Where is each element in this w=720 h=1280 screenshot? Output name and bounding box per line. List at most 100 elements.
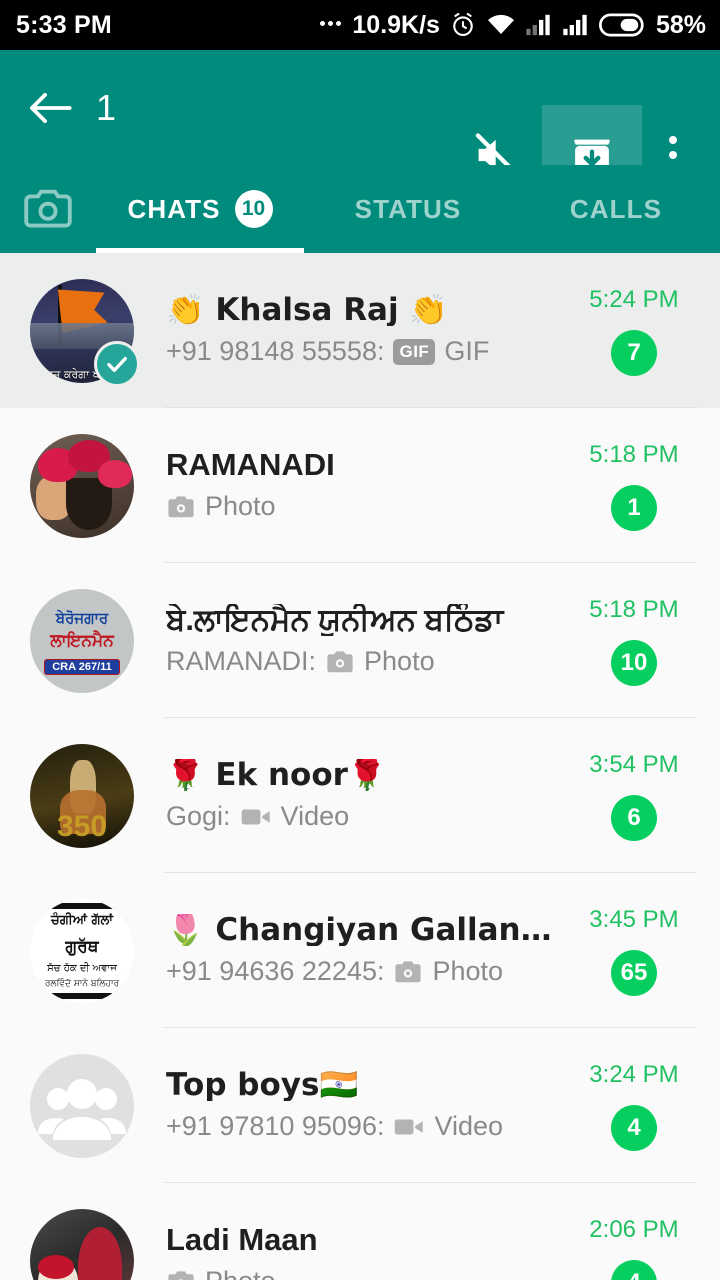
chat-row[interactable]: 350 🌹 Ek noor🌹 Gogi: Video 3:54 PM 6: [0, 718, 720, 873]
default-group-avatar: [30, 1053, 134, 1158]
chat-sender-prefix: +91 97810 95096:: [166, 1111, 385, 1142]
chat-row-meta: 3:24 PM 4: [564, 1061, 704, 1151]
chat-row[interactable]: Ladi Maan Photo 2:06 PM 4: [0, 1183, 720, 1280]
chat-preview-text: Photo: [205, 1266, 276, 1280]
selection-count-label: 1: [96, 86, 117, 128]
chat-timestamp: 5:24 PM: [589, 285, 679, 313]
chat-subtitle: +91 98148 55558: GIF GIF: [166, 336, 554, 367]
chat-row[interactable]: RAMANADI Photo 5:18 PM 1: [0, 408, 720, 563]
chat-timestamp: 5:18 PM: [589, 440, 679, 468]
gif-icon: GIF: [393, 338, 436, 365]
photo-icon: [327, 651, 353, 673]
changiyan-gallan-avatar: ਚੰਗੀਆਂ ਗੱਲਾਂ ਗੁਰੱਥ ਸੱਚ ਹੱਕ ਦੀ ਅਵਾਜ ਰਲਵਿੰ…: [30, 898, 134, 1003]
signal-sim1-icon: [526, 14, 550, 36]
unread-badge: 6: [611, 794, 657, 841]
app-bar: 1: [0, 50, 720, 205]
avatar-wrap: [30, 1208, 134, 1280]
chat-row[interactable]: ਚੰਗੀਆਂ ਗੱਲਾਂ ਗੁਰੱਥ ਸੱਚ ਹੱਕ ਦੀ ਅਵਾਜ ਰਲਵਿੰ…: [0, 873, 720, 1028]
status-bar: 5:33 PM 10.9K/s 58%: [0, 0, 720, 50]
chat-preview-text: GIF: [444, 336, 490, 367]
chat-preview-text: Photo: [205, 491, 276, 522]
back-button[interactable]: [22, 80, 78, 136]
chat-list[interactable]: ਰਾਜ ਕਰੇਗਾ ਖਾਲਸਾ 👏 Khalsa Raj 👏 +91 98148…: [0, 253, 720, 1280]
network-speed-label: 10.9K/s: [352, 10, 440, 39]
unread-badge: 10: [610, 639, 658, 686]
chat-row-main: 🌹 Ek noor🌹 Gogi: Video: [166, 759, 554, 833]
photo-icon: [168, 1271, 194, 1280]
whatsapp-chats-screen: 5:33 PM 10.9K/s 58% 1 CHATS 10 STATUS CA…: [0, 0, 720, 1280]
chat-row-main: Top boys🇮🇳 +91 97810 95096: Video: [166, 1069, 554, 1143]
ramanadi-family-avatar: [30, 433, 134, 538]
chat-row-meta: 5:24 PM 7: [564, 286, 704, 376]
status-bar-icons: 10.9K/s 58%: [320, 11, 706, 40]
chat-timestamp: 5:18 PM: [589, 595, 679, 623]
group-people-icon: [38, 1078, 126, 1140]
chat-row[interactable]: ਬੇਰੋਜਗਾਰ ਲਾਇਨਮੈਨ CRA 267/11 ਬੇ.ਲਾਇਨਮੈਨ ਯ…: [0, 563, 720, 718]
avatar-wrap: [30, 1053, 134, 1158]
unread-badge: 1: [611, 484, 657, 531]
camera-icon: [24, 189, 72, 228]
avatar-caption: ਚੰਗੀਆਂ ਗੱਲਾਂ: [51, 912, 113, 928]
back-arrow-icon: [30, 92, 72, 123]
more-dots-icon: [320, 20, 342, 30]
tab-chats-badge: 10: [234, 190, 273, 228]
chat-row-meta: 5:18 PM 10: [564, 596, 704, 686]
unread-badge: 4: [611, 1104, 657, 1151]
chat-row-meta: 2:06 PM 4: [564, 1216, 704, 1280]
photo-icon: [168, 496, 194, 518]
chat-title: Ladi Maan: [166, 1223, 318, 1257]
chat-title: ਬੇ.ਲਾਇਨਮੈਨ ਯੂਨੀਅਨ ਬਠਿੰਡਾ: [166, 603, 504, 637]
chat-preview-text: Photo: [364, 646, 435, 677]
chat-timestamp: 2:06 PM: [589, 1215, 679, 1243]
battery-icon: [598, 13, 644, 37]
unread-badge: 4: [611, 1259, 657, 1280]
chat-title: Top boys🇮🇳: [166, 1068, 359, 1102]
chat-sender-prefix: +91 98148 55558:: [166, 336, 385, 367]
avatar-caption: ਲਾਇਨਮੈਨ: [50, 630, 114, 651]
chat-timestamp: 3:24 PM: [589, 1060, 679, 1088]
photo-icon: [395, 961, 422, 983]
tab-camera[interactable]: [0, 165, 96, 253]
tab-calls-label: CALLS: [569, 193, 663, 224]
chat-row-meta: 3:54 PM 6: [564, 751, 704, 841]
avatar-caption: ਬੇਰੋਜਗਾਰ: [55, 608, 109, 627]
chat-preview-text: Video: [434, 1111, 504, 1142]
chat-subtitle: +91 94636 22245: Photo: [166, 956, 554, 987]
eknoor-350-avatar: 350: [30, 743, 134, 848]
avatar-caption: ਸੱਚ ਹੱਕ ਦੀ ਅਵਾਜ: [47, 962, 117, 974]
chat-timestamp: 3:45 PM: [589, 905, 679, 933]
chat-subtitle: Photo: [166, 1266, 554, 1280]
tab-chats-label: CHATS: [127, 193, 221, 224]
chat-subtitle: RAMANADI: Photo: [166, 646, 554, 677]
tab-calls[interactable]: CALLS: [512, 165, 720, 253]
chat-preview-text: Video: [280, 801, 350, 832]
chat-row-meta: 5:18 PM 1: [564, 441, 704, 531]
avatar-wrap: 350: [30, 743, 134, 848]
wifi-icon: [487, 14, 514, 34]
chat-row[interactable]: ਰਾਜ ਕਰੇਗਾ ਖਾਲਸਾ 👏 Khalsa Raj 👏 +91 98148…: [0, 253, 720, 408]
avatar-caption: 350: [56, 809, 108, 843]
unread-badge: 65: [610, 949, 658, 996]
tab-chats[interactable]: CHATS 10: [96, 165, 304, 253]
avatar-wrap: ਚੰਗੀਆਂ ਗੱਲਾਂ ਗੁਰੱਥ ਸੱਚ ਹੱਕ ਦੀ ਅਵਾਜ ਰਲਵਿੰ…: [30, 898, 134, 1003]
tab-status-label: STATUS: [354, 193, 462, 224]
video-icon: [241, 809, 270, 825]
chat-subtitle: Photo: [166, 491, 554, 522]
chat-sender-prefix: Gogi:: [166, 801, 231, 832]
chat-row-meta: 3:45 PM 65: [564, 906, 704, 996]
chat-row-main: Ladi Maan Photo: [166, 1224, 554, 1280]
lineman-union-avatar: ਬੇਰੋਜਗਾਰ ਲਾਇਨਮੈਨ CRA 267/11: [30, 588, 134, 693]
chat-title: 👏 Khalsa Raj 👏: [166, 293, 448, 327]
chat-preview-text: Photo: [432, 956, 504, 987]
alarm-clock-icon: [453, 12, 473, 36]
chat-title: 🌷 Changiyan Gallan🌷: [166, 913, 554, 947]
avatar-caption: ਰਲਵਿੰਦੋ ਸਾਨੇ ਬਲਿਹਾਰ: [44, 978, 120, 989]
tab-bar: CHATS 10 STATUS CALLS: [0, 165, 720, 253]
chat-row-main: RAMANADI Photo: [166, 449, 554, 523]
tab-status[interactable]: STATUS: [304, 165, 512, 253]
chat-row-main: 👏 Khalsa Raj 👏 +91 98148 55558: GIF GIF: [166, 294, 554, 368]
avatar-wrap: ਬੇਰੋਜਗਾਰ ਲਾਇਨਮੈਨ CRA 267/11: [30, 588, 134, 693]
chat-row[interactable]: Top boys🇮🇳 +91 97810 95096: Video 3:24 P…: [0, 1028, 720, 1183]
avatar-wrap: ਰਾਜ ਕਰੇਗਾ ਖਾਲਸਾ: [30, 278, 140, 387]
ladi-maan-wedding-avatar: [30, 1208, 134, 1280]
